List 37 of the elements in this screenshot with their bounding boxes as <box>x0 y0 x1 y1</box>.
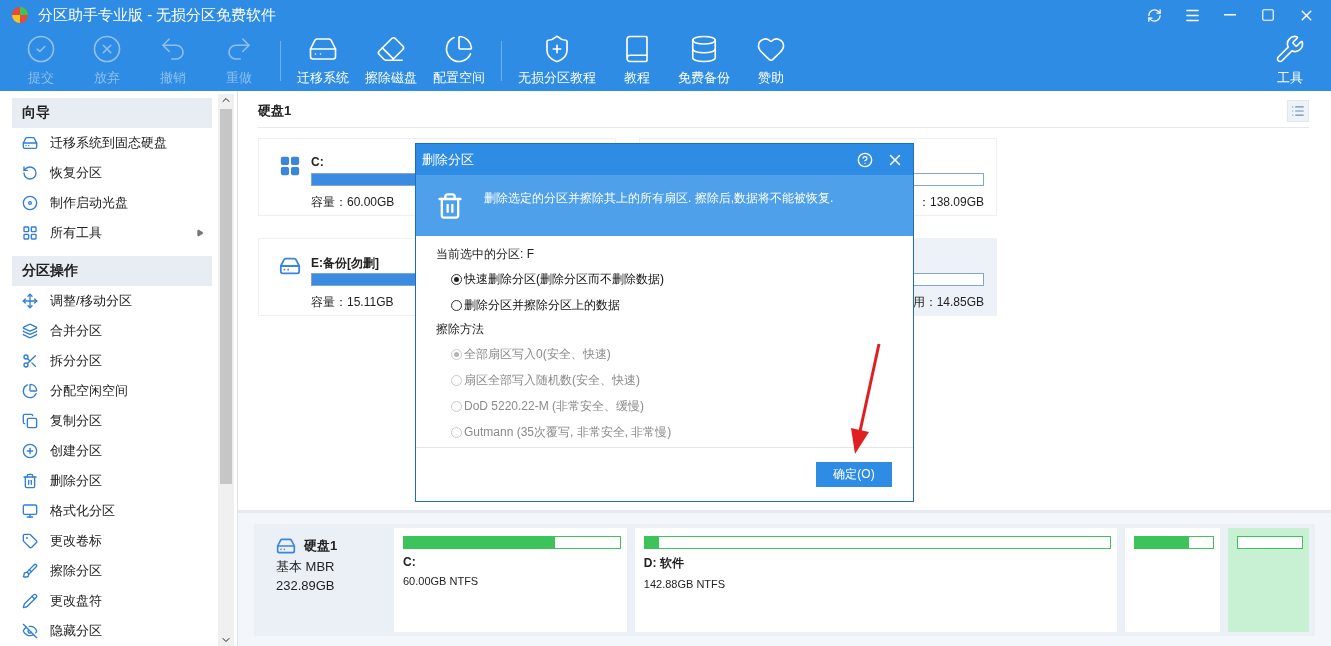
partition-capacity: 容量：15.11GB <box>311 294 394 311</box>
disk-size: 232.89GB <box>276 578 336 593</box>
partition-capacity: ：138.09GB <box>917 194 984 211</box>
dialog-title: 删除分区 <box>422 150 475 169</box>
window-title: 分区助手专业版 - 无损分区免费软件 <box>38 5 278 25</box>
current-partition-label: 当前选中的分区: F <box>436 246 535 263</box>
sidebar-item-label: 所有工具 <box>50 224 103 242</box>
partition-name: E:备份[勿删] <box>311 255 379 269</box>
sidebar-item-label: 调整/移动分区 <box>50 292 133 310</box>
partition-capacity: 容量：60.00GB <box>311 194 395 211</box>
warning-message: 删除选定的分区并擦除其上的所有扇区. 擦除后,数据将不能被恢复. <box>484 190 834 207</box>
partition-capacity: 用：14.85GB <box>912 294 984 311</box>
partition-name: C: <box>403 555 417 569</box>
sidebar-item-label: 更改盘符 <box>50 592 103 610</box>
sidebar-item-label: 制作启动光盘 <box>50 194 129 212</box>
sidebar-item-label: 隐藏分区 <box>50 622 103 640</box>
sidebar-item-label: 复制分区 <box>50 412 103 430</box>
sidebar-item-label: 分配空闲空间 <box>50 382 129 400</box>
wipe-method-title: 擦除方法 <box>436 321 485 338</box>
partition-detail: 142.88GB NTFS <box>643 578 727 590</box>
sidebar-item-label: 擦除分区 <box>50 562 103 580</box>
disk-type: 基本 MBR <box>276 558 336 576</box>
partition-name: D: 软件 <box>643 555 685 572</box>
sidebar-item-label: 创建分区 <box>50 442 103 460</box>
sidebar-item-label: 格式化分区 <box>50 502 116 520</box>
sidebar-item-label: 恢复分区 <box>50 164 103 182</box>
sidebar-item-label: 迁移系统到固态硬盘 <box>50 134 168 152</box>
sidebar-item-label: 合并分区 <box>50 322 103 340</box>
sidebar-item-label: 删除分区 <box>50 472 103 490</box>
partition-name: C: <box>311 155 324 169</box>
partition-detail: 60.00GB NTFS <box>403 575 480 587</box>
disk-name: 硬盘1 <box>304 537 338 555</box>
sidebar-section-title: 分区操作 <box>12 256 212 286</box>
sidebar-item-label: 更改卷标 <box>50 532 103 550</box>
disk-title: 硬盘1 <box>258 102 292 120</box>
sidebar-section-title: 向导 <box>12 98 212 128</box>
sidebar-item-label: 拆分分区 <box>50 352 103 370</box>
